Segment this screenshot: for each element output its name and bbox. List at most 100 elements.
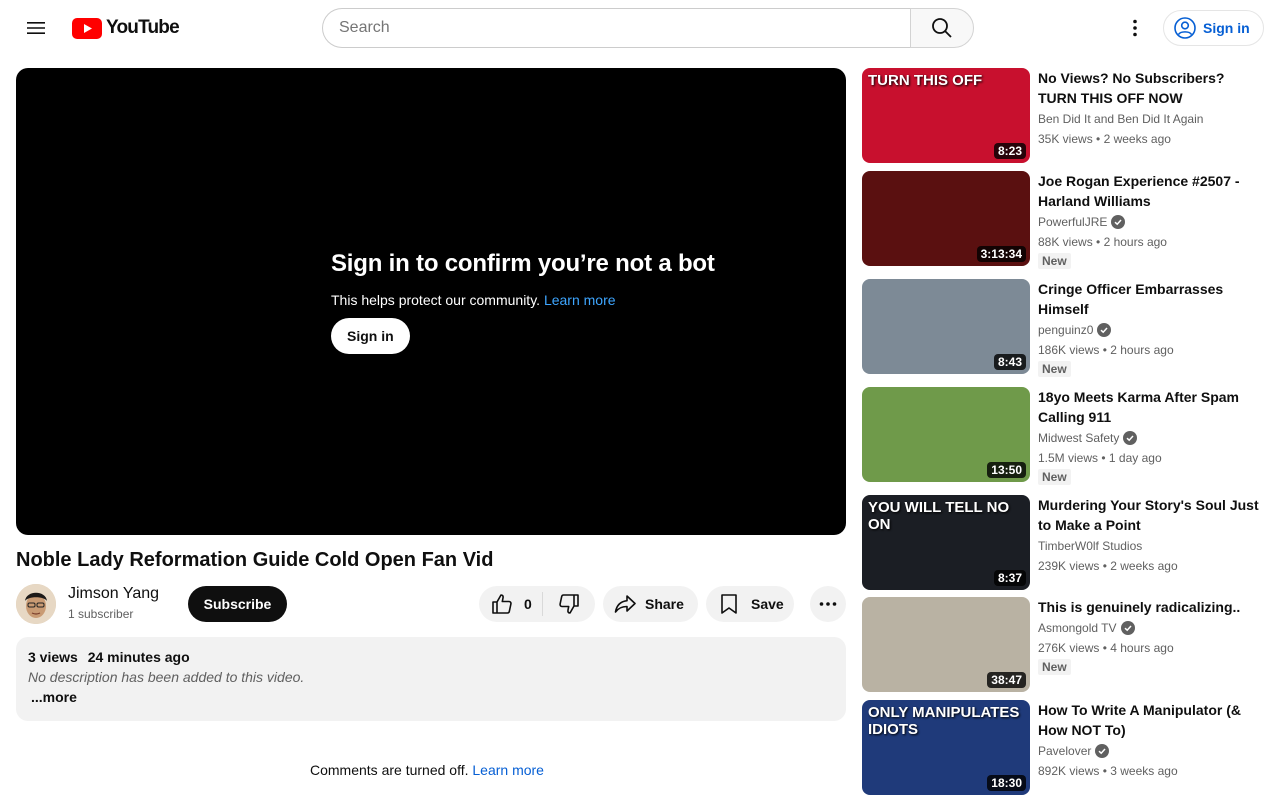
more-horiz-icon <box>819 602 837 606</box>
description-box[interactable]: 3 views 24 minutes ago No description ha… <box>16 637 846 721</box>
recommended-video-channel[interactable]: PowerfulJRE <box>1038 212 1264 232</box>
recommended-video-thumbnail[interactable]: YOU WILL TELL NO ON 8:37 <box>862 495 1030 590</box>
comments-disabled-message: Comments are turned off. Learn more <box>310 762 544 778</box>
like-count: 0 <box>524 596 532 612</box>
video-duration: 38:47 <box>987 672 1026 688</box>
recommended-video-thumbnail[interactable]: 8:43 <box>862 279 1030 374</box>
recommended-video-meta: 892K views • 3 weeks ago <box>1038 761 1264 781</box>
recommended-video-channel[interactable]: penguinz0 <box>1038 320 1264 340</box>
video-duration: 13:50 <box>987 462 1026 478</box>
description-expand-button[interactable]: ...more <box>31 689 77 705</box>
more-actions-button[interactable] <box>810 586 846 622</box>
verified-badge-icon <box>1095 744 1110 758</box>
recommended-video-meta: 239K views • 2 weeks ago <box>1038 556 1264 576</box>
upload-age: 2 weeks ago <box>1103 132 1171 146</box>
new-badge: New <box>1038 361 1071 377</box>
description-meta: 3 views 24 minutes ago <box>28 649 834 665</box>
share-button[interactable]: Share <box>603 586 698 622</box>
view-count: 3 views <box>28 649 78 665</box>
recommended-video-meta: 186K views • 2 hours ago <box>1038 340 1264 360</box>
recommended-video-title[interactable]: Murdering Your Story's Soul Just to Make… <box>1038 495 1264 535</box>
recommended-video-title[interactable]: Joe Rogan Experience #2507 - Harland Wil… <box>1038 171 1264 211</box>
search-box <box>322 8 911 48</box>
thumbs-down-icon <box>559 594 579 614</box>
recommended-video-thumbnail[interactable]: 13:50 <box>862 387 1030 482</box>
bot-check-sign-in-button[interactable]: Sign in <box>331 318 410 354</box>
meta-separator: • <box>1099 559 1111 573</box>
recommended-video-meta: 1.5M views • 1 day ago <box>1038 448 1264 468</box>
sign-in-label: Sign in <box>1203 20 1250 36</box>
avatar-image <box>16 584 56 624</box>
header-sign-in-button[interactable]: Sign in <box>1163 10 1264 46</box>
recommended-video-title[interactable]: No Views? No Subscribers? TURN THIS OFF … <box>1038 68 1264 108</box>
description-text: No description has been added to this vi… <box>28 669 305 685</box>
recommended-video-channel[interactable]: Midwest Safety <box>1038 428 1264 448</box>
recommended-video-item[interactable]: 3:13:34 Joe Rogan Experience #2507 - Harl… <box>862 171 1264 269</box>
recommended-video-title[interactable]: 18yo Meets Karma After Spam Calling 911 <box>1038 387 1264 427</box>
meta-separator: • <box>1099 343 1111 357</box>
search-button[interactable] <box>910 8 974 48</box>
recommended-video-channel[interactable]: Pavelover <box>1038 741 1264 761</box>
verified-badge-icon <box>1120 621 1135 635</box>
recommended-video-title[interactable]: Cringe Officer Embarrasses Himself <box>1038 279 1264 319</box>
recommended-video-item[interactable]: YOU WILL TELL NO ON 8:37 Murdering Your St… <box>862 495 1264 590</box>
like-dislike-segment: 0 <box>479 586 595 622</box>
comments-disabled-text: Comments are turned off. <box>310 762 469 778</box>
channel-name-text: Pavelover <box>1038 744 1092 758</box>
recommended-video-item[interactable]: 13:50 18yo Meets Karma After Spam Calling… <box>862 387 1264 485</box>
dislike-button[interactable] <box>543 586 595 622</box>
comments-learn-more-link[interactable]: Learn more <box>472 762 544 778</box>
new-badge: New <box>1038 469 1071 485</box>
meta-separator: • <box>1099 764 1111 778</box>
settings-menu-button[interactable] <box>1115 8 1155 48</box>
new-badge: New <box>1038 253 1071 269</box>
recommended-video-item[interactable]: ONLY MANIPULATES IDIOTS 18:30 How To Write… <box>862 700 1264 795</box>
channel-avatar[interactable] <box>16 584 56 624</box>
meta-separator: • <box>1092 132 1104 146</box>
bot-check-panel: Sign in to confirm you’re not a bot This… <box>331 250 715 354</box>
recommended-video-thumbnail[interactable]: 38:47 <box>862 597 1030 692</box>
share-icon <box>614 595 636 613</box>
save-button[interactable]: Save <box>706 586 794 622</box>
account-circle-icon <box>1174 17 1196 39</box>
recommended-video-thumbnail[interactable]: TURN THIS OFF 8:23 <box>862 68 1030 163</box>
recommended-video-item[interactable]: 8:43 Cringe Officer Embarrasses Himself pe… <box>862 279 1264 377</box>
video-duration: 8:37 <box>993 570 1026 586</box>
recommended-video-thumbnail[interactable]: 3:13:34 <box>862 171 1030 266</box>
recommended-video-item[interactable]: 38:47 This is genuinely radicalizing.. Asm… <box>862 597 1264 692</box>
recommended-video-meta: 276K views • 4 hours ago <box>1038 638 1264 658</box>
upload-age: 2 hours ago <box>1103 235 1167 249</box>
bot-check-subtitle: This helps protect our community. Learn … <box>331 292 715 308</box>
video-player[interactable]: Sign in to confirm you’re not a bot This… <box>16 68 846 535</box>
meta-separator: • <box>1099 641 1111 655</box>
video-title: Noble Lady Reformation Guide Cold Open F… <box>16 549 494 571</box>
recommended-video-details: This is genuinely radicalizing.. Asmongol… <box>1038 597 1264 676</box>
recommended-video-item[interactable]: TURN THIS OFF 8:23 No Views? No Subscriber… <box>862 68 1264 163</box>
thumbs-up-icon <box>492 594 512 614</box>
youtube-play-logo-icon <box>72 17 102 39</box>
recommended-video-details: No Views? No Subscribers? TURN THIS OFF … <box>1038 68 1264 149</box>
view-count: 88K views <box>1038 235 1093 249</box>
upload-age: 2 hours ago <box>1110 343 1174 357</box>
recommended-video-channel[interactable]: Asmongold TV <box>1038 618 1264 638</box>
video-duration: 8:23 <box>993 143 1026 159</box>
subscribe-button[interactable]: Subscribe <box>188 586 287 622</box>
guide-menu-button[interactable] <box>16 8 56 48</box>
meta-separator: • <box>1098 451 1109 465</box>
like-button[interactable]: 0 <box>479 592 543 616</box>
recommended-video-channel[interactable]: Ben Did It and Ben Did It Again <box>1038 109 1264 129</box>
search-input[interactable] <box>339 19 911 37</box>
recommended-video-thumbnail[interactable]: ONLY MANIPULATES IDIOTS 18:30 <box>862 700 1030 795</box>
recommended-video-channel[interactable]: TimberW0lf Studios <box>1038 536 1264 556</box>
recommended-video-title[interactable]: How To Write A Manipulator (& How NOT To… <box>1038 700 1264 740</box>
view-count: 892K views <box>1038 764 1100 778</box>
bot-check-learn-more-link[interactable]: Learn more <box>544 292 616 308</box>
logo-wordmark: YouTube <box>106 17 180 38</box>
youtube-logo[interactable]: YouTube <box>72 17 180 39</box>
recommended-video-title[interactable]: This is genuinely radicalizing.. <box>1038 597 1264 617</box>
upload-date: 24 minutes ago <box>87 649 190 665</box>
view-count: 239K views <box>1038 559 1100 573</box>
channel-name[interactable]: Jimson Yang <box>68 585 159 603</box>
view-count: 186K views <box>1038 343 1100 357</box>
channel-name-text: TimberW0lf Studios <box>1038 539 1143 553</box>
